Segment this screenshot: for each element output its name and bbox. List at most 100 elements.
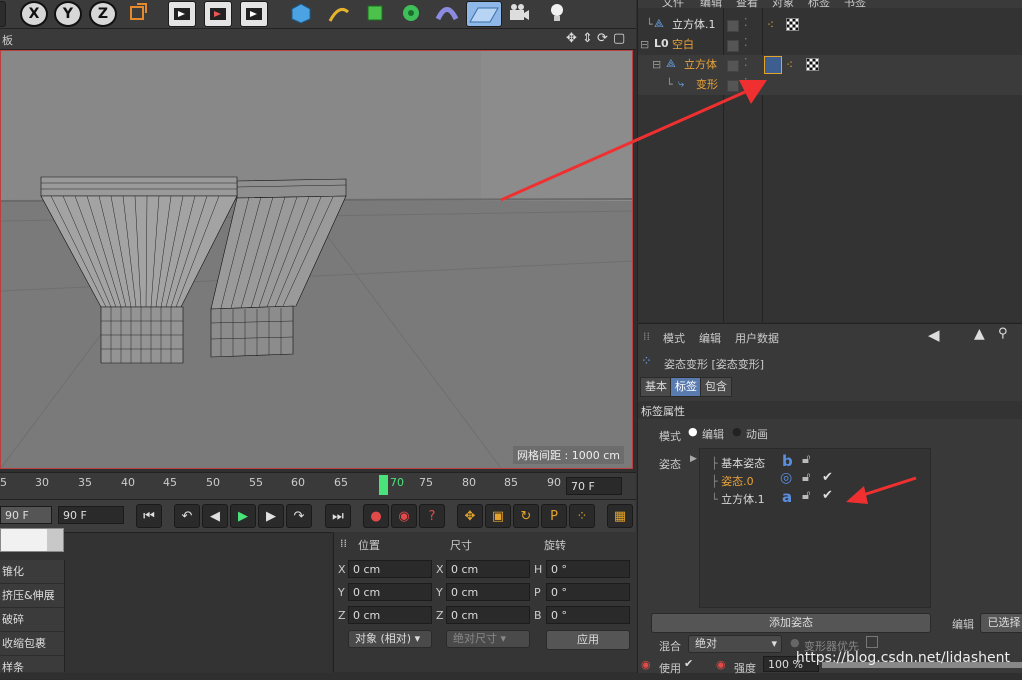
pose-row-0[interactable]: ├ 姿态.0 [711,473,754,489]
om-menu-bookmark[interactable]: 书签 [844,0,866,8]
key-rotation-icon[interactable]: ↻ [513,504,539,528]
render-picture-viewer-icon[interactable] [204,1,232,27]
apply-button[interactable]: 应用 [546,630,630,650]
blend-dropdown[interactable]: 绝对 ▾ [688,635,782,653]
menu-item-spline[interactable]: 样条 [0,656,64,680]
coord-size-dropdown[interactable]: 绝对尺寸 ▾ [446,630,530,648]
go-to-start-icon[interactable]: ⏮ [136,504,162,528]
next-key-icon[interactable]: ↷ [286,504,312,528]
add-pose-button[interactable]: 添加姿态 [651,613,931,633]
rotation-p-field[interactable]: 0 ° [546,583,630,601]
texture-tag-icon[interactable] [806,58,819,71]
pose-row-cube-1[interactable]: └ 立方体.1 [711,491,765,507]
deformer-priority-checkbox[interactable]: ● [790,636,800,649]
position-x-field[interactable]: 0 cm [348,560,432,578]
menu-item-taper[interactable]: 锥化 [0,560,64,584]
am-menu-edit[interactable]: 编辑 [699,330,721,346]
playhead-marker[interactable] [379,475,388,495]
size-x-field[interactable]: 0 cm [446,560,530,578]
viewport-move-icon[interactable]: ✥ [566,31,577,46]
floor-icon[interactable] [466,1,502,27]
am-menu-user-data[interactable]: 用户数据 [735,330,779,346]
om-menu-view[interactable]: 查看 [736,0,758,8]
tab-basic[interactable]: 基本 [640,377,672,397]
viewport-dolly-icon[interactable]: ⇕ [582,31,593,46]
render-view-icon[interactable] [168,1,196,27]
mode-animation-radio[interactable]: ● [732,425,742,438]
position-z-field[interactable]: 0 cm [348,606,432,624]
toolbar-partial-button[interactable] [0,1,6,27]
key-pla-icon[interactable]: ⁘ [569,504,595,528]
end-frame-field[interactable]: 90 F [58,506,124,524]
y-axis-button[interactable]: Y [54,1,82,27]
om-menu-object[interactable]: 对象 [772,0,794,8]
menu-item-shrink-wrap[interactable]: 收缩包裹 [0,632,64,656]
coordinate-system-icon[interactable] [125,1,151,25]
om-menu-edit[interactable]: 编辑 [700,0,722,8]
tab-includes[interactable]: 包含 [700,377,732,397]
z-axis-button[interactable]: Z [89,1,117,27]
visibility-dots[interactable]: ⁚ [744,56,748,69]
previous-frame-icon[interactable]: ◀ [202,504,228,528]
visibility-dots[interactable]: ⁚ [744,16,748,29]
generator-icon[interactable] [362,1,388,25]
x-axis-button[interactable]: X [20,1,48,27]
texture-tag-icon[interactable] [786,18,799,31]
viewport-maximize-icon[interactable]: ▢ [613,31,625,46]
strength-radio-icon[interactable]: ◉ [716,658,726,671]
menu-item-shatter[interactable]: 破碎 [0,608,64,632]
deformer-priority-box[interactable] [866,636,878,648]
position-y-field[interactable]: 0 cm [348,583,432,601]
go-to-end-icon[interactable]: ⏭ [325,504,351,528]
camera-icon[interactable] [506,1,532,25]
key-scale-icon[interactable]: ▣ [485,504,511,528]
autokey-icon[interactable]: ◉ [391,504,417,528]
am-menu-mode[interactable]: 模式 [663,330,685,346]
popup-search-field[interactable] [0,528,64,552]
visibility-dots[interactable]: ⁚ [744,36,748,49]
tab-tag[interactable]: 标签 [670,377,702,397]
size-z-field[interactable]: 0 cm [446,606,530,624]
keyframe-selection-icon[interactable]: ? [419,504,445,528]
checkmark-icon[interactable]: ✔ [822,488,833,503]
record-keyframe-icon[interactable]: ● [363,504,389,528]
tree-collapse-icon[interactable]: ⊟ [640,38,649,51]
visibility-toggle[interactable] [727,20,739,32]
menu-item-squash-stretch[interactable]: 挤压&伸展 [0,584,64,608]
timeline-window-icon[interactable]: ▦ [607,504,633,528]
light-icon[interactable] [544,1,570,25]
viewport-rotate-icon[interactable]: ⟳ [597,31,608,46]
pose-expand-arrow-icon[interactable]: ▶ [690,454,697,464]
lock-icon[interactable]: 🔓︎ [802,488,810,503]
om-row-cube-1[interactable]: └ ⟁ 立方体.1 ⁚ ⁖ [640,15,1022,35]
back-arrow-icon[interactable]: ◀ [928,326,940,344]
visibility-toggle[interactable] [727,40,739,52]
om-menu-tag[interactable]: 标签 [808,0,830,8]
key-position-icon[interactable]: ✥ [457,504,483,528]
popup-close-icon[interactable] [47,529,63,551]
play-icon[interactable]: ▶ [230,504,256,528]
current-frame-field[interactable]: 70 F [566,477,622,495]
up-arrow-icon[interactable]: ▲ [974,326,985,342]
pen-spline-icon[interactable] [326,1,352,25]
pose-tag-icon[interactable]: ⁖ [786,58,799,72]
selected-button[interactable]: 已选择 [980,613,1022,633]
size-y-field[interactable]: 0 cm [446,583,530,601]
search-icon[interactable]: ⚲ [998,326,1008,341]
checkmark-icon[interactable]: ✔ [822,470,833,485]
lock-icon[interactable]: 🔓︎ [802,452,810,467]
deformer-icon[interactable] [434,1,460,25]
next-frame-icon[interactable]: ▶ [258,504,284,528]
render-settings-icon[interactable] [240,1,268,27]
pose-tag-icon[interactable]: ⁖ [767,18,780,32]
previous-key-icon[interactable]: ↶ [174,504,200,528]
pose-row-base[interactable]: ├ 基本姿态 [711,455,765,471]
key-parameter-icon[interactable]: P [541,504,567,528]
om-menu-file[interactable]: 文件 [662,0,684,8]
lock-icon[interactable]: 🔓︎ [802,470,810,485]
start-frame-field[interactable]: 90 F [0,506,52,524]
use-radio-icon[interactable]: ◉ [641,658,651,671]
mode-edit-radio[interactable]: ● [688,425,698,438]
rotation-b-field[interactable]: 0 ° [546,606,630,624]
timeline-ruler[interactable]: 5 30 35 40 45 50 55 60 65 70 75 80 85 90… [0,472,636,499]
